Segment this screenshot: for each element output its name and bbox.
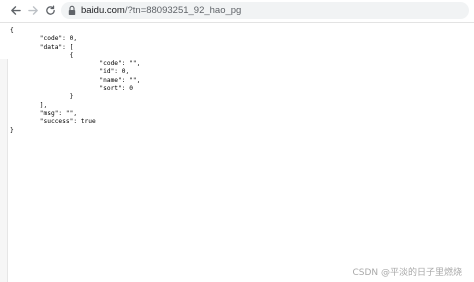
json-line: ],: [10, 101, 48, 109]
url-domain: baidu.com: [81, 5, 125, 16]
json-line: "code": 0,: [10, 35, 78, 43]
json-line: "success": true: [10, 118, 96, 126]
json-line: }: [10, 93, 74, 101]
json-line: "id": 0,: [10, 68, 130, 76]
json-response-body: { "code": 0, "data": [ { "code": "", "id…: [10, 27, 140, 135]
json-line: }: [10, 126, 14, 134]
forward-button[interactable]: [26, 3, 40, 17]
left-edge-panel: [0, 59, 8, 282]
json-line: "sort": 0: [10, 85, 133, 93]
url-path: /?tn=88093251_92_hao_pg: [124, 5, 242, 16]
arrow-right-icon: [27, 5, 38, 15]
watermark: CSDN @平淡的日子里燃烧: [352, 268, 462, 278]
json-line: {: [10, 27, 14, 34]
url-text[interactable]: baidu.com/?tn=88093251_92_hao_pg: [81, 3, 241, 18]
reload-button[interactable]: [43, 3, 57, 17]
back-button[interactable]: [8, 3, 22, 17]
lock-icon: [68, 5, 76, 15]
json-line: "code": "",: [10, 60, 141, 68]
json-line: "name": "",: [10, 76, 141, 84]
json-line: "data": [: [10, 43, 74, 51]
arrow-left-icon: [10, 5, 21, 15]
json-line: {: [10, 51, 74, 59]
json-line: "msg": "",: [10, 109, 78, 117]
reload-icon: [45, 4, 55, 15]
browser-toolbar: baidu.com/?tn=88093251_92_hao_pg: [0, 0, 474, 23]
